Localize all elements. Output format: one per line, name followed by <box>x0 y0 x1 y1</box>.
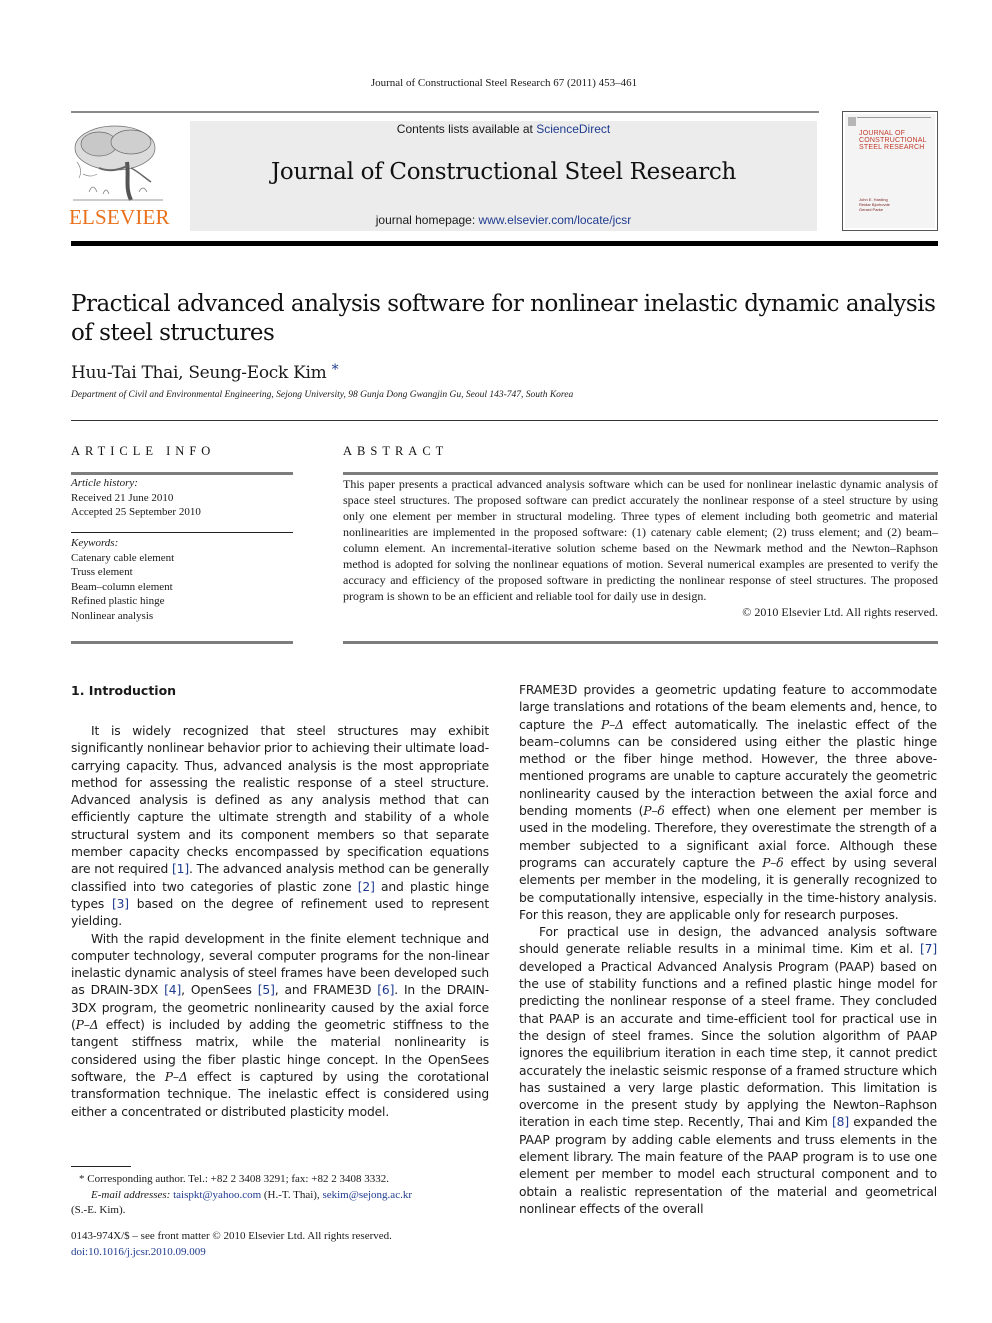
section-heading-introduction: 1. Introduction <box>71 683 177 698</box>
keyword: Catenary cable element <box>71 551 175 564</box>
cover-title-line: JOURNAL OF <box>859 130 906 137</box>
abstract: This paper presents a practical advanced… <box>343 476 938 620</box>
contents-prefix: Contents lists available at <box>396 122 537 136</box>
cover-page: JOURNAL OF CONSTRUCTIONAL STEEL RESEARCH… <box>845 114 935 228</box>
email-label: E-mail addresses: <box>91 1188 171 1201</box>
header-thick-rule <box>71 241 938 246</box>
text-run: developed a Practical Advanced Analysis … <box>519 959 937 1130</box>
math-expression: P–Δ <box>600 717 624 732</box>
citation-link[interactable]: [6] <box>377 983 394 997</box>
homepage-line: journal homepage: www.elsevier.com/locat… <box>190 213 817 227</box>
citation-link[interactable]: [2] <box>358 880 375 894</box>
text-run: effect automatically. The inelastic effe… <box>519 717 937 819</box>
cover-editors: John E. Harding Reidar Bjorhovde Gerard … <box>859 197 890 212</box>
abstract-heading: ABSTRACT <box>343 444 449 458</box>
keyword: Beam–column element <box>71 580 173 593</box>
citation-link[interactable]: [4] <box>164 983 181 997</box>
sciencedirect-link[interactable]: ScienceDirect <box>536 122 610 136</box>
paragraph: FRAME3D provides a geometric updating fe… <box>519 682 937 924</box>
math-expression: P–δ <box>762 855 784 870</box>
math-expression: P–δ <box>643 804 665 819</box>
paragraph: With the rapid development in the finite… <box>71 931 489 1121</box>
citation-link[interactable]: [7] <box>920 942 937 956</box>
cover-editor: Gerard Parke <box>859 207 884 212</box>
abstract-text: This paper presents a practical advanced… <box>343 477 938 603</box>
publisher-name: ELSEVIER <box>69 205 170 229</box>
email-owner-thai: (H.-T. Thai), <box>261 1188 323 1201</box>
text-run: , and FRAME3D <box>274 983 378 998</box>
keyword: Refined plastic hinge <box>71 595 165 607</box>
email-link-thai[interactable]: taispkt@yahoo.com <box>173 1189 261 1201</box>
front-matter: 0143-974X/$ – see front matter © 2010 El… <box>71 1229 491 1260</box>
cover-top-rule <box>857 117 931 118</box>
accepted-date: Accepted 25 September 2010 <box>71 506 201 518</box>
math-expression: P–Δ <box>75 1018 99 1033</box>
article-info-bottom-rule <box>71 641 293 644</box>
keywords: Keywords: Catenary cable element Truss e… <box>71 536 293 623</box>
cover-title-line: STEEL RESEARCH <box>859 144 925 151</box>
footnote-marker: * <box>79 1173 85 1185</box>
email-owner-kim: (S.-E. Kim). <box>71 1204 126 1216</box>
abstract-copyright: © 2010 Elsevier Ltd. All rights reserved… <box>742 605 938 619</box>
contents-line: Contents lists available at ScienceDirec… <box>190 122 817 136</box>
journal-homepage-link[interactable]: www.elsevier.com/locate/jcsr <box>479 213 632 227</box>
email-line: E-mail addresses: taispkt@yahoo.com (H.-… <box>71 1188 491 1204</box>
footnote: * Corresponding author. Tel.: +82 2 3408… <box>71 1172 491 1219</box>
authors: Huu-Tai Thai, Seung-Eock Kim * <box>71 362 339 383</box>
doi-link[interactable]: doi:10.1016/j.jcsr.2010.09.009 <box>71 1246 206 1258</box>
issn-line: 0143-974X/$ – see front matter © 2010 El… <box>71 1230 392 1242</box>
paper-title: Practical advanced analysis software for… <box>71 291 936 346</box>
text-run: For practical use in design, the advance… <box>519 925 937 957</box>
author-names: Huu-Tai Thai, Seung-Eock Kim <box>71 363 327 383</box>
cover-title-line: CONSTRUCTIONAL <box>859 137 927 144</box>
cover-title: JOURNAL OF CONSTRUCTIONAL STEEL RESEARCH <box>859 130 927 151</box>
article-info-rule <box>71 472 293 475</box>
text-run: expanded the PAAP program by adding cabl… <box>519 1115 937 1216</box>
keywords-label: Keywords: <box>71 537 119 549</box>
journal-cover-thumbnail[interactable]: JOURNAL OF CONSTRUCTIONAL STEEL RESEARCH… <box>842 111 938 231</box>
text-run: based on the degree of refinement used t… <box>71 896 489 929</box>
text-run: It is widely recognized that steel struc… <box>71 724 489 877</box>
journal-title: Journal of Constructional Steel Research <box>270 159 736 185</box>
corresponding-author-note: * Corresponding author. Tel.: +82 2 3408… <box>71 1172 491 1188</box>
received-date: Received 21 June 2010 <box>71 491 174 504</box>
citation-link[interactable]: [3] <box>112 897 129 911</box>
keyword: Nonlinear analysis <box>71 609 154 622</box>
article-info-divider <box>71 532 293 533</box>
homepage-prefix: journal homepage: <box>375 213 479 227</box>
article-history: Article history: Received 21 June 2010 A… <box>71 476 293 520</box>
citation-link[interactable]: [5] <box>258 983 275 997</box>
paragraph: For practical use in design, the advance… <box>519 924 937 1218</box>
footnote-rule <box>71 1166 131 1167</box>
elsevier-tree-icon <box>69 122 167 204</box>
journal-band: Contents lists available at ScienceDirec… <box>190 121 817 231</box>
corresponding-author-marker[interactable]: * <box>332 362 339 378</box>
header-top-rule <box>71 111 819 113</box>
article-history-label: Article history: <box>71 477 138 489</box>
citation-link[interactable]: [1] <box>172 862 189 876</box>
body-column-left: It is widely recognized that steel struc… <box>71 723 489 1121</box>
math-expression: P–Δ <box>164 1069 188 1084</box>
running-head: Journal of Constructional Steel Research… <box>370 77 638 89</box>
paragraph: It is widely recognized that steel struc… <box>71 723 489 931</box>
abstract-bottom-rule <box>343 641 938 644</box>
corresponding-author-text: Corresponding author. Tel.: +82 2 3408 3… <box>87 1173 389 1185</box>
email-link-kim[interactable]: sekim@sejong.ac.kr <box>322 1189 412 1201</box>
article-info-heading: ARTICLE INFO <box>71 444 216 458</box>
body-column-right: FRAME3D provides a geometric updating fe… <box>519 682 937 1218</box>
abstract-rule <box>343 472 938 475</box>
affiliation: Department of Civil and Environmental En… <box>71 390 574 400</box>
publisher-logo[interactable]: ELSEVIER <box>69 122 172 232</box>
keyword: Truss element <box>71 566 133 578</box>
citation-link[interactable]: [8] <box>832 1115 849 1129</box>
text-run: , OpenSees <box>181 983 258 998</box>
cover-emblem-icon <box>848 117 856 126</box>
title-separator-rule <box>71 420 938 421</box>
